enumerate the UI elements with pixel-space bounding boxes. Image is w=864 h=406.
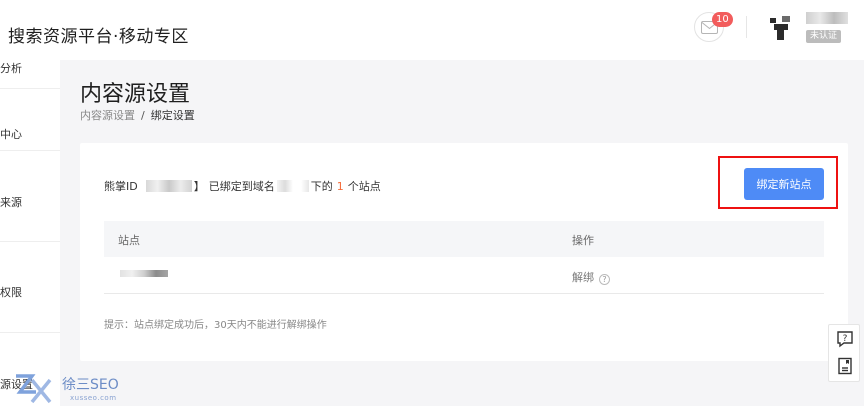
xz-logo-icon xyxy=(16,374,52,404)
xiongzhang-id-masked xyxy=(145,180,192,192)
sidebar-item-permissions[interactable]: 权限 xyxy=(0,284,22,300)
report-document-icon[interactable] xyxy=(836,357,854,375)
watermark-url: xusseo.com xyxy=(70,394,117,402)
sidebar-item-service-center[interactable]: 服务中心 xyxy=(0,126,22,142)
watermark-logo: 徐三SEO xusseo.com xyxy=(10,372,130,406)
breadcrumb-current: 绑定设置 xyxy=(150,109,195,122)
sidebar-divider xyxy=(0,332,60,333)
breadcrumb-link-content-source[interactable]: 内容源设置 xyxy=(80,109,135,122)
site-count: 1 xyxy=(336,179,344,193)
binding-summary: 熊掌ID 】 已绑定到域名 下的 1 个站点 xyxy=(104,178,381,194)
unbind-label[interactable]: 解绑 xyxy=(572,271,594,284)
table-header: 站点 操作 xyxy=(104,221,824,257)
sidebar-item-data-source[interactable]: 数据来源 xyxy=(0,194,22,210)
sidebar-item-analytics[interactable]: 统计分析 xyxy=(0,60,22,76)
table-row: 解绑? xyxy=(104,257,824,294)
unread-badge: 10 xyxy=(712,12,733,27)
site-url-masked xyxy=(120,270,168,277)
highlight-annotation xyxy=(718,156,838,209)
domain-masked xyxy=(276,180,309,192)
binding-card: 熊掌ID 】 已绑定到域名 下的 1 个站点 绑定新站点 站点 操作 解绑? 提… xyxy=(80,143,848,361)
feedback-question-icon[interactable]: ? xyxy=(836,330,854,348)
sidebar-divider xyxy=(0,241,60,242)
bound-domain-label: 已绑定到域名 xyxy=(208,180,275,193)
sidebar-divider xyxy=(0,150,60,151)
help-icon[interactable]: ? xyxy=(599,274,610,285)
bracket-close: 】 xyxy=(193,180,205,193)
user-name-masked[interactable] xyxy=(806,12,848,24)
header-divider xyxy=(746,16,747,38)
svg-text:?: ? xyxy=(843,334,848,344)
xiongzhang-id-label: 熊掌ID xyxy=(104,180,138,193)
unbind-link[interactable]: 解绑? xyxy=(572,269,610,285)
top-bar: 搜索资源平台·移动专区 10 未认证 xyxy=(0,0,864,60)
column-header-action: 操作 xyxy=(572,234,594,247)
page-title: 内容源设置 xyxy=(80,82,191,107)
site-count-suffix: 个站点 xyxy=(347,180,381,193)
breadcrumb: 内容源设置 / 绑定设置 xyxy=(80,107,195,123)
sidebar-divider xyxy=(0,88,60,89)
floating-toolbar: ? xyxy=(828,324,860,382)
sidebar: 统计分析 服务中心 数据来源 权限 资源设置 xyxy=(0,60,60,406)
avatar[interactable] xyxy=(770,16,792,40)
watermark-name: 徐三SEO xyxy=(62,377,119,393)
unbind-tip: 提示：站点绑定成功后，30天内不能进行解绑操作 xyxy=(104,320,327,331)
app-title[interactable]: 搜索资源平台·移动专区 xyxy=(8,22,189,47)
column-header-site: 站点 xyxy=(118,234,140,247)
under-label: 下的 xyxy=(310,180,333,193)
verify-status-badge: 未认证 xyxy=(806,30,842,43)
breadcrumb-separator: / xyxy=(141,109,145,122)
site-table: 站点 操作 解绑? xyxy=(104,221,824,294)
